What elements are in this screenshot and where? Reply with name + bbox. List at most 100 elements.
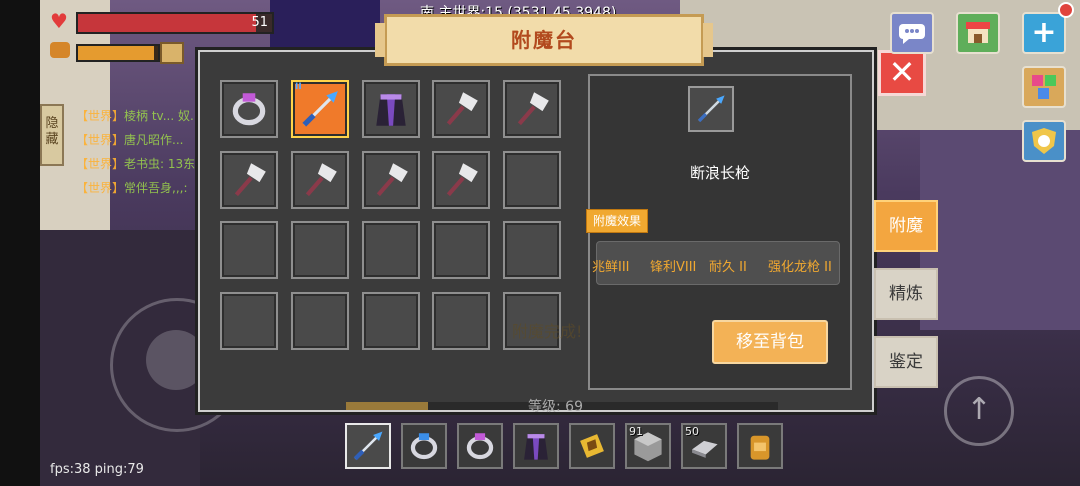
chat-line: 【世界】老书虫: 13东... <box>76 152 207 176</box>
inventory-slot[interactable] <box>220 151 278 209</box>
robe-icon <box>519 429 553 463</box>
bread-icon <box>160 42 184 64</box>
hotbar-slot[interactable]: 91 <box>625 423 671 469</box>
inventory-slot[interactable] <box>362 80 420 138</box>
hotbar-slot[interactable]: 50 <box>681 423 727 469</box>
screen-edge <box>0 0 40 486</box>
shield-cat-icon <box>1032 128 1056 154</box>
enchantment-entry: 兆鲜III <box>592 260 630 275</box>
chat-bubble-icon <box>899 24 925 44</box>
badge-button[interactable] <box>1022 120 1066 162</box>
hotbar-slot[interactable] <box>457 423 503 469</box>
enchantment-entry: 强化龙枪 II <box>768 260 832 275</box>
tab-refine[interactable]: 精炼 <box>874 268 938 320</box>
add-button[interactable]: + <box>1022 12 1066 54</box>
arrow-up-icon: ↑ <box>966 392 992 427</box>
health-bar: 51 <box>76 12 274 34</box>
hunger-bar <box>76 44 160 62</box>
spear-icon <box>299 88 341 130</box>
jump-button[interactable]: ↑ <box>944 376 1014 446</box>
blocks-icon <box>1032 75 1056 99</box>
level-text: 等级: 69 <box>528 399 583 415</box>
blocks-button[interactable] <box>1022 66 1066 108</box>
inventory-slot[interactable] <box>291 292 349 350</box>
hunger-bar-fill <box>78 46 154 60</box>
chat-text: 唐凡昭作... <box>124 133 184 147</box>
spear-icon <box>351 429 385 463</box>
blue-ring-icon <box>407 429 441 463</box>
shovel-icon <box>299 159 341 201</box>
panel-title: 附魔台 <box>375 14 713 66</box>
chat-channel: 【世界】 <box>76 133 125 147</box>
robe-icon <box>370 88 412 130</box>
chat-line: 【世界】唐凡昭作... <box>76 128 207 152</box>
inventory-slot[interactable] <box>503 80 561 138</box>
shovel-icon <box>370 159 412 201</box>
chat-text: 棱柄 tv... 奴... <box>124 109 202 123</box>
enchantment-entry: 耐久 II <box>709 260 747 275</box>
move-to-backpack-button[interactable]: 移至背包 <box>712 320 828 364</box>
close-button[interactable]: ✕ <box>878 50 926 96</box>
chat-button[interactable] <box>890 12 934 54</box>
enchantment-entry: 锋利VIII <box>650 260 697 275</box>
chat-line: 【世界】常伴吾身,,,: <box>76 176 207 200</box>
hotbar-slot[interactable] <box>345 423 391 469</box>
item-count: 50 <box>685 425 699 438</box>
inventory-slot[interactable] <box>432 292 490 350</box>
enchant-done-text: 附魔完成! <box>512 322 583 341</box>
hotbar-slot[interactable] <box>737 423 783 469</box>
level-progress-fill <box>346 402 429 410</box>
spear-icon <box>697 95 725 123</box>
ring-icon <box>228 88 270 130</box>
inventory-slot[interactable] <box>220 80 278 138</box>
shop-button[interactable] <box>956 12 1000 54</box>
hotbar-slot[interactable] <box>513 423 559 469</box>
chat-channel: 【世界】 <box>76 157 125 171</box>
inventory-slot[interactable] <box>362 151 420 209</box>
enchant-effect-label: 附魔效果 <box>586 209 649 233</box>
shovel-icon <box>228 159 270 201</box>
shovel-icon <box>440 88 482 130</box>
tab-enchant[interactable]: 附魔 <box>874 200 938 252</box>
shovel-icon <box>440 159 482 201</box>
inventory-slot[interactable] <box>503 221 561 279</box>
health-value: 51 <box>251 15 268 30</box>
tab-identify[interactable]: 鉴定 <box>874 336 938 388</box>
gold-tablet-icon <box>575 429 609 463</box>
health-bar-fill <box>78 14 257 32</box>
item-name: 断浪长枪 <box>689 164 750 182</box>
hotbar-slot[interactable] <box>569 423 615 469</box>
chat-line: 【世界】棱柄 tv... 奴... <box>76 104 207 128</box>
plus-icon: + <box>1031 15 1057 50</box>
inventory-slot[interactable] <box>503 151 561 209</box>
hide-chat-button[interactable]: 隐藏 <box>40 104 64 166</box>
heart-icon: ♥ <box>50 9 68 33</box>
inventory-slot[interactable] <box>220 292 278 350</box>
hotbar-slot[interactable] <box>401 423 447 469</box>
inventory-slot[interactable]: II <box>291 80 349 138</box>
chat-text: 老书虫: 13东... <box>124 157 207 171</box>
inventory-slot[interactable] <box>220 221 278 279</box>
chat-text: 常伴吾身,,,: <box>124 181 188 195</box>
chat-channel: 【世界】 <box>76 109 125 123</box>
chat-log: 【世界】棱柄 tv... 奴... 【世界】唐凡昭作... 【世界】老书虫: 1… <box>76 104 207 200</box>
item-count: 91 <box>629 425 643 438</box>
inventory-slot[interactable] <box>432 221 490 279</box>
inventory-slot[interactable] <box>291 151 349 209</box>
backpack-icon <box>743 429 777 463</box>
chat-channel: 【世界】 <box>76 181 125 195</box>
notification-dot <box>1058 2 1074 18</box>
ring-icon <box>463 429 497 463</box>
slot-badge: II <box>295 82 302 92</box>
inventory-slot[interactable] <box>432 151 490 209</box>
detail-item-slot <box>688 86 734 132</box>
inventory-slot[interactable] <box>291 221 349 279</box>
food-icon <box>50 42 70 58</box>
shovel-icon <box>511 88 553 130</box>
joystick-knob[interactable] <box>146 330 206 390</box>
shop-icon <box>966 22 990 43</box>
fps-readout: fps:38 ping:79 <box>50 462 144 477</box>
inventory-slot[interactable] <box>362 221 420 279</box>
inventory-slot[interactable] <box>432 80 490 138</box>
inventory-slot[interactable] <box>362 292 420 350</box>
